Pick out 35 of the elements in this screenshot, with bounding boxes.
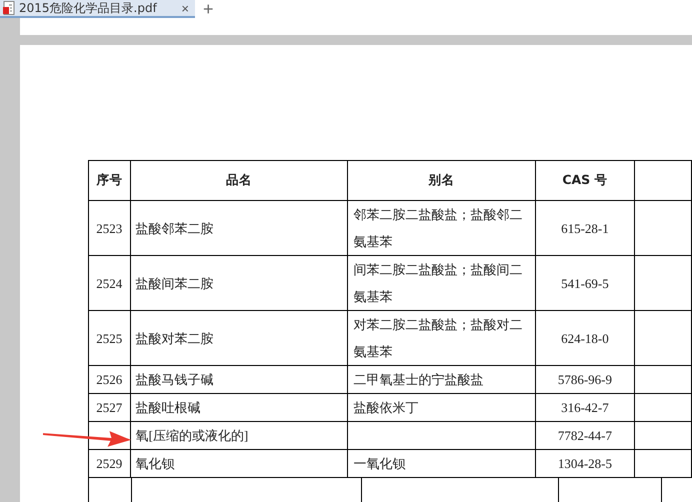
table-cell: 二甲氧基士的宁盐酸盐 <box>353 372 484 387</box>
table-cell: 5786-96-9 <box>558 372 612 387</box>
table-cell: 氧化钡 <box>136 456 175 471</box>
table-cell: 盐酸马钱子碱 <box>136 372 214 387</box>
table-cell: 624-18-0 <box>561 330 609 346</box>
table-cell: 615-28-1 <box>561 220 609 236</box>
table-cell: 541-69-5 <box>561 276 609 290</box>
pdf-file-icon <box>3 1 15 15</box>
table-cell: 盐酸吐根碱 <box>136 400 201 415</box>
table-cell: 邻苯二胺二盐酸盐；盐酸邻二氨基苯 <box>353 207 522 249</box>
table-cell: 2525 <box>96 330 122 346</box>
table-cell: 间苯二胺二盐酸盐；盐酸间二氨基苯 <box>353 262 522 304</box>
column-header: 序号 <box>96 172 122 187</box>
table-cell: 2524 <box>96 276 122 290</box>
table-cell: 一氧化钡 <box>353 456 406 471</box>
column-header: 品名 <box>226 172 252 187</box>
table-cell: 对苯二胺二盐酸盐；盐酸对二氨基苯 <box>353 317 522 359</box>
table-cell: 1304-28-5 <box>558 456 612 471</box>
table-cell: 2529 <box>96 456 122 471</box>
table-cell: 7782-44-7 <box>558 428 612 443</box>
column-header: CAS 号 <box>562 172 608 187</box>
table-cell: 盐酸对苯二胺 <box>136 330 214 346</box>
column-header: 别名 <box>428 172 455 187</box>
table-cell: 316-42-7 <box>561 400 609 415</box>
tab-title: 2015危险化学品目录.pdf <box>19 0 158 16</box>
table-cell: 2523 <box>96 220 122 236</box>
table-cell: 2527 <box>96 400 122 415</box>
table-cell: 2526 <box>96 372 122 387</box>
table-cell: 盐酸依米丁 <box>353 400 418 415</box>
new-tab-button[interactable]: + <box>203 0 214 18</box>
table-cell: 盐酸邻苯二胺 <box>136 220 214 236</box>
close-tab-button[interactable]: × <box>181 2 189 14</box>
document-tab[interactable]: 2015危险化学品目录.pdf × <box>0 0 195 18</box>
table-cell: 氧[压缩的或液化的] <box>136 428 248 443</box>
table-cell: 盐酸间苯二胺 <box>136 276 214 290</box>
